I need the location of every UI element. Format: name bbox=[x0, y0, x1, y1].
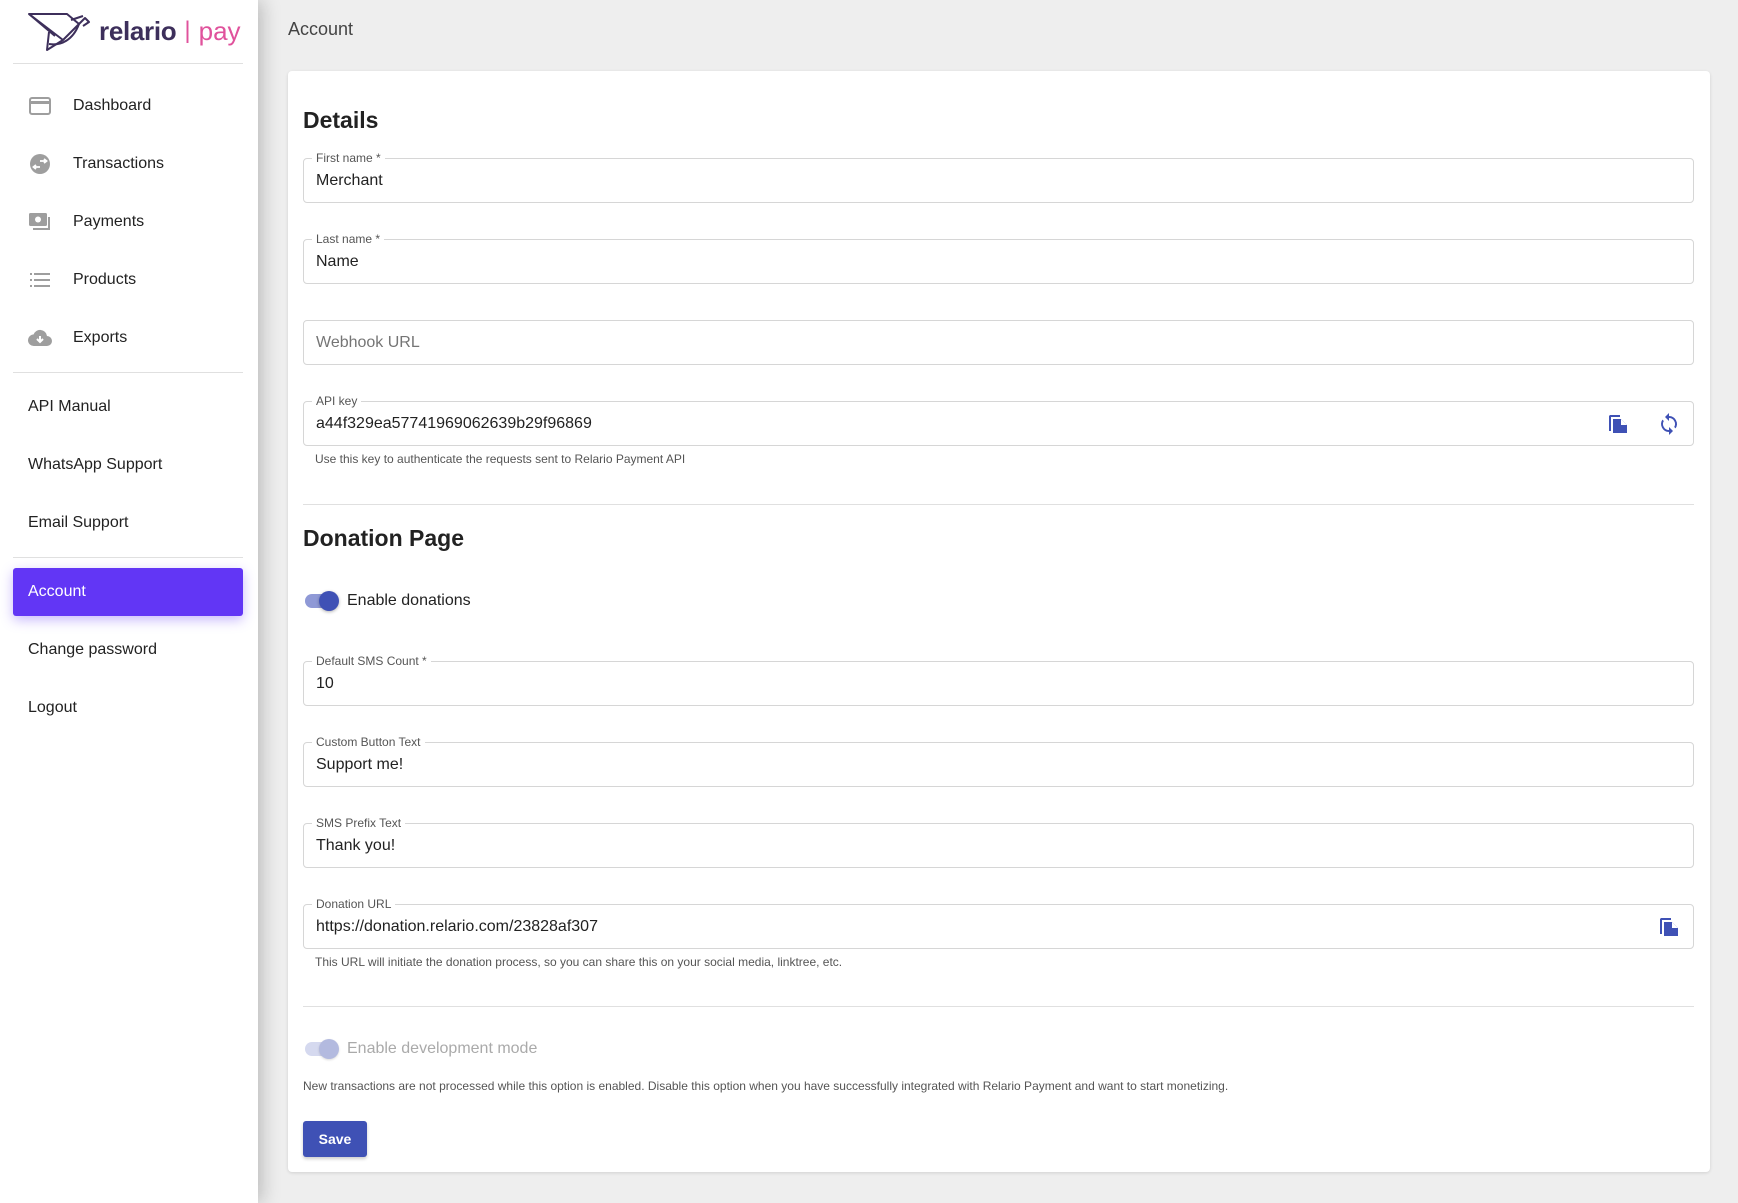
donation-heading: Donation Page bbox=[303, 525, 465, 551]
custom-button-text-field[interactable]: Custom Button Text bbox=[303, 735, 1694, 787]
webhook-url-field[interactable] bbox=[303, 320, 1694, 365]
sidebar-item-label: API Manual bbox=[28, 398, 111, 415]
enable-donations-label: Enable donations bbox=[347, 592, 471, 609]
dev-mode-toggle[interactable]: Enable development mode bbox=[303, 1037, 537, 1061]
sms-count-input[interactable] bbox=[316, 675, 1583, 693]
sidebar-item-account[interactable]: Account bbox=[13, 568, 243, 616]
sms-prefix-field[interactable]: SMS Prefix Text bbox=[303, 816, 1694, 868]
cloud-download-icon bbox=[28, 326, 52, 350]
sidebar-item-label: Dashboard bbox=[73, 97, 152, 114]
bird-logo-icon bbox=[28, 13, 90, 51]
first-name-field[interactable]: First name * bbox=[303, 151, 1694, 203]
details-heading: Details bbox=[303, 107, 379, 133]
swap-circle-icon bbox=[28, 152, 52, 176]
sidebar-item-label: Email Support bbox=[28, 514, 129, 531]
donation-url-helper: This URL will initiate the donation proc… bbox=[315, 955, 843, 969]
copy-icon[interactable] bbox=[1657, 915, 1681, 939]
regenerate-icon[interactable] bbox=[1657, 412, 1681, 436]
payments-icon bbox=[28, 210, 52, 234]
copy-icon[interactable] bbox=[1606, 412, 1630, 436]
sidebar-item-email-support[interactable]: Email Support bbox=[13, 499, 243, 547]
api-key-helper: Use this key to authenticate the request… bbox=[315, 452, 686, 466]
sidebar-item-change-password[interactable]: Change password bbox=[13, 626, 243, 674]
custom-button-text-label: Custom Button Text bbox=[312, 735, 425, 749]
sms-prefix-input[interactable] bbox=[316, 837, 1583, 855]
sidebar-item-label: Exports bbox=[73, 329, 128, 346]
donation-url-field[interactable]: Donation URL bbox=[303, 897, 1694, 949]
first-name-label: First name * bbox=[312, 151, 385, 165]
sidebar-item-label: Logout bbox=[28, 699, 77, 716]
sidebar-item-logout[interactable]: Logout bbox=[13, 684, 243, 732]
sidebar-item-label: Transactions bbox=[73, 155, 164, 172]
sidebar: relario | pay Dashboard Transactions Pay… bbox=[0, 0, 258, 1203]
list-icon bbox=[28, 268, 52, 292]
last-name-field[interactable]: Last name * bbox=[303, 232, 1694, 284]
webhook-url-input[interactable] bbox=[316, 334, 1583, 352]
account-card: Details First name * Last name * API key… bbox=[288, 71, 1710, 1172]
last-name-label: Last name * bbox=[312, 232, 385, 246]
brand-product: pay bbox=[198, 15, 241, 46]
section-divider bbox=[303, 504, 1694, 505]
api-key-field[interactable]: API key bbox=[303, 394, 1694, 446]
sidebar-item-label: Account bbox=[28, 583, 86, 600]
sidebar-divider bbox=[13, 557, 243, 558]
sms-count-label: Default SMS Count * bbox=[312, 654, 431, 668]
last-name-input[interactable] bbox=[316, 253, 1583, 271]
toggle-switch[interactable] bbox=[303, 1038, 339, 1060]
save-button[interactable]: Save bbox=[303, 1121, 367, 1157]
sidebar-item-dashboard[interactable]: Dashboard bbox=[13, 82, 243, 130]
first-name-input[interactable] bbox=[316, 172, 1583, 190]
brand-logo[interactable]: relario | pay bbox=[27, 10, 241, 52]
sidebar-item-whatsapp-support[interactable]: WhatsApp Support bbox=[13, 441, 243, 489]
sidebar-item-api-manual[interactable]: API Manual bbox=[13, 383, 243, 431]
dev-mode-label: Enable development mode bbox=[347, 1040, 538, 1057]
dev-mode-note: New transactions are not processed while… bbox=[303, 1079, 1229, 1093]
sidebar-item-label: Payments bbox=[73, 213, 145, 230]
sidebar-item-transactions[interactable]: Transactions bbox=[13, 140, 243, 188]
sidebar-divider bbox=[13, 63, 243, 64]
credit-card-icon bbox=[28, 94, 52, 118]
sidebar-item-label: WhatsApp Support bbox=[28, 456, 163, 473]
section-divider bbox=[303, 1006, 1694, 1007]
sidebar-item-payments[interactable]: Payments bbox=[13, 198, 243, 246]
sms-count-field[interactable]: Default SMS Count * bbox=[303, 654, 1694, 706]
enable-donations-toggle[interactable]: Enable donations bbox=[303, 589, 471, 613]
brand-separator: | bbox=[184, 17, 191, 44]
page-title: Account bbox=[288, 19, 354, 39]
sidebar-item-products[interactable]: Products bbox=[13, 256, 243, 304]
donation-url-input[interactable] bbox=[316, 918, 1583, 936]
sidebar-divider bbox=[13, 372, 243, 373]
custom-button-text-input[interactable] bbox=[316, 756, 1583, 774]
sidebar-item-label: Products bbox=[73, 271, 137, 288]
sms-prefix-label: SMS Prefix Text bbox=[312, 816, 406, 830]
api-key-input[interactable] bbox=[316, 415, 1583, 433]
toggle-switch[interactable] bbox=[303, 590, 339, 612]
donation-url-label: Donation URL bbox=[312, 897, 396, 911]
sidebar-item-label: Change password bbox=[28, 641, 157, 658]
sidebar-item-exports[interactable]: Exports bbox=[13, 314, 243, 362]
api-key-label: API key bbox=[312, 394, 362, 408]
brand-name: relario bbox=[99, 15, 177, 46]
